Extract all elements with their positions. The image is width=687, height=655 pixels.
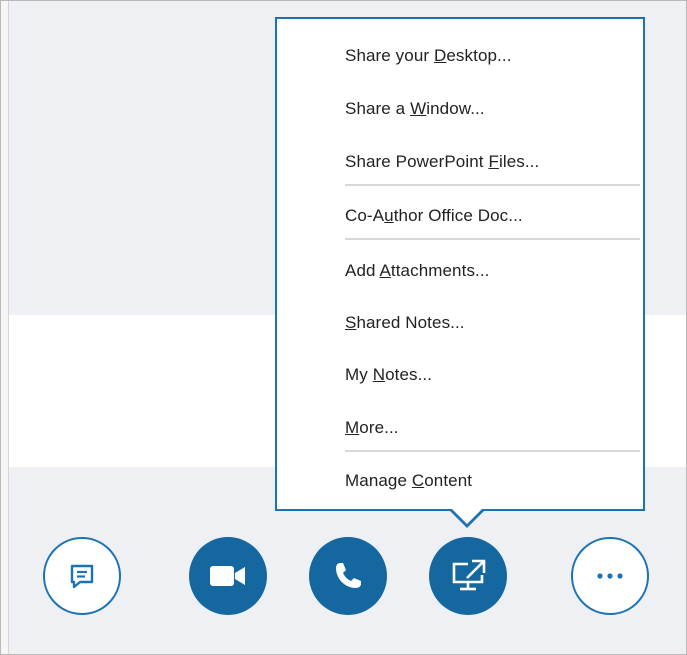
menu-item-coauthor-office-doc[interactable]: Co-Author Office Doc... [345,206,523,226]
menu-item-shared-notes[interactable]: Shared Notes... [345,313,465,333]
phone-icon [336,563,361,588]
im-button[interactable] [43,537,121,615]
present-content-menu: Share your Desktop... Share a Window... … [275,17,645,511]
call-button[interactable] [309,537,387,615]
menu-separator [345,184,640,186]
video-camera-icon [210,566,245,586]
present-button[interactable] [429,537,507,615]
menu-item-share-powerpoint[interactable]: Share PowerPoint Files... [345,152,539,172]
more-options-button[interactable] [571,537,649,615]
menu-item-manage-content[interactable]: Manage Content [345,471,472,491]
menu-separator [345,450,640,452]
share-screen-icon [452,559,486,591]
menu-pointer-fill [451,508,483,524]
video-button[interactable] [189,537,267,615]
menu-item-add-attachments[interactable]: Add Attachments... [345,261,490,281]
menu-separator [345,238,640,240]
window-left-edge [1,1,9,654]
menu-item-share-desktop[interactable]: Share your Desktop... [345,46,512,66]
menu-item-share-window[interactable]: Share a Window... [345,99,485,119]
menu-item-my-notes[interactable]: My Notes... [345,365,432,385]
menu-item-more[interactable]: More... [345,418,399,438]
chat-bubble-icon [70,564,94,589]
ellipsis-icon [597,573,623,579]
